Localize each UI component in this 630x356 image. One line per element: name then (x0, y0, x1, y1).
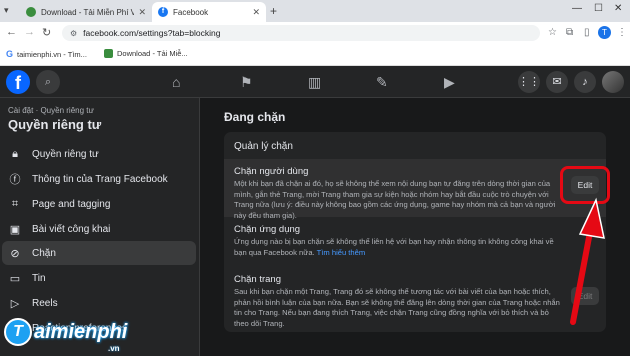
arrow-head (578, 197, 605, 239)
browser-window: ▾ Download - Tải Miễn Phí VN - Ph ✕ f Fa… (0, 0, 630, 356)
pointer-arrow-icon (570, 197, 605, 325)
watermark-suffix: .vn (108, 344, 120, 353)
arrow-shaft (570, 229, 593, 325)
taimienphi-watermark: T aimienphi .vn (4, 318, 128, 353)
watermark-logo: T (4, 318, 32, 346)
watermark-text: aimienphi (34, 320, 128, 343)
